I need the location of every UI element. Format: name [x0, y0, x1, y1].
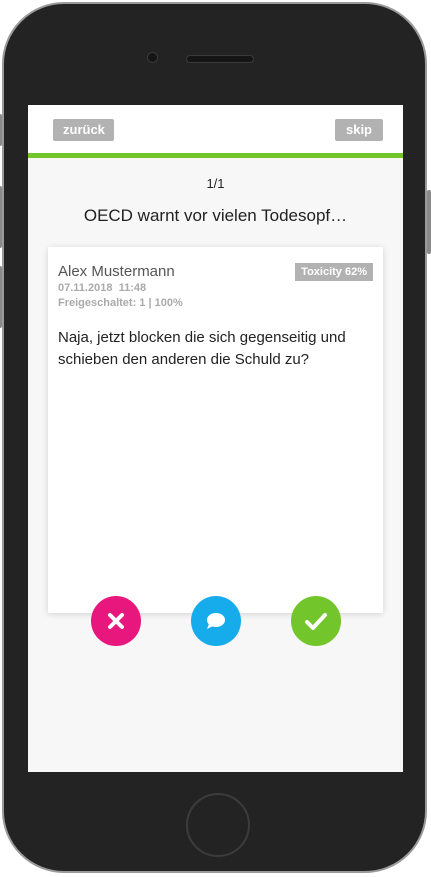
approval-stats: Freigeschaltet: 1 | 100% — [58, 297, 183, 309]
close-icon — [108, 613, 124, 629]
comment-timestamp: 07.11.2018 11:48 — [58, 282, 146, 294]
app-screen: zurück skip 1/1 OECD warnt vor vielen To… — [28, 105, 403, 772]
comment-date: 07.11.2018 — [58, 282, 113, 294]
back-button[interactable]: zurück — [53, 119, 114, 141]
toxicity-badge: Toxicity 62% — [295, 263, 373, 281]
power-button — [427, 190, 431, 254]
top-bar: zurück skip — [28, 105, 403, 158]
approve-button[interactable] — [291, 596, 341, 646]
camera — [147, 52, 158, 63]
back-button-label: zurück — [63, 122, 105, 137]
skip-button[interactable]: skip — [334, 119, 383, 141]
comment-card: Alex Mustermann 07.11.2018 11:48 Freiges… — [48, 247, 383, 613]
reply-button[interactable] — [191, 596, 241, 646]
reject-button[interactable] — [91, 596, 141, 646]
comment-text: Naja, jetzt blocken die sich gegenseitig… — [58, 329, 346, 368]
home-button[interactable] — [186, 793, 250, 857]
comment-time: 11:48 — [118, 282, 147, 294]
volume-down-button — [0, 266, 2, 328]
volume-up-button — [0, 186, 2, 248]
checkmark-icon — [305, 613, 327, 630]
chat-bubble-icon — [207, 613, 225, 629]
mute-switch — [0, 114, 2, 146]
comment-author: Alex Mustermann — [58, 263, 175, 280]
item-counter: 1/1 — [206, 176, 225, 191]
speaker — [186, 55, 254, 63]
article-title: OECD warnt vor vielen Todesopf… — [83, 206, 348, 225]
